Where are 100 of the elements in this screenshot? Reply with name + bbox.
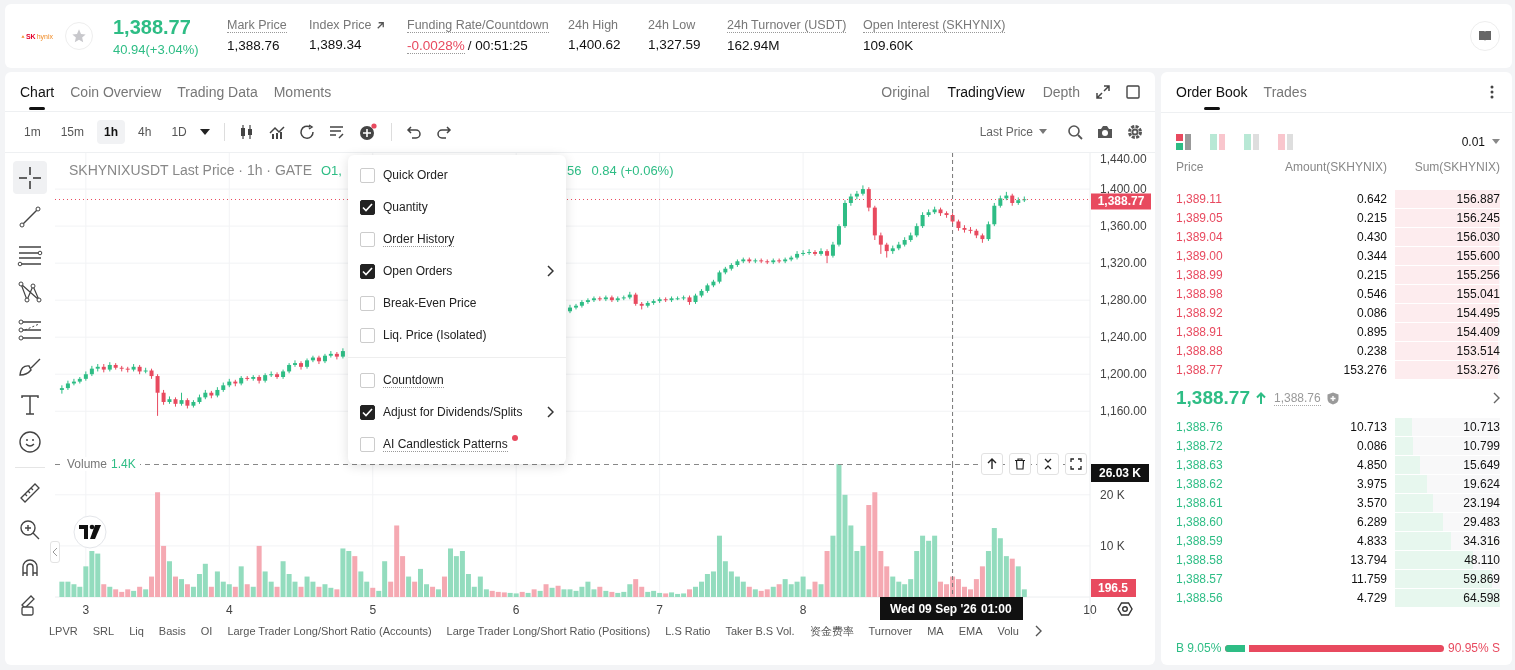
menu-label: Adjust for Dividends/Splits xyxy=(383,405,523,419)
ohlc-change: 0.84 (+0.06%) xyxy=(591,163,674,178)
stat-value: 162.94M xyxy=(727,38,780,53)
bid-amount: 3.975 xyxy=(1355,476,1387,491)
bid-sum: 29.483 xyxy=(1463,514,1500,529)
menu-label: AI Candlestick Patterns xyxy=(383,436,508,452)
ask-sum: 153.514 xyxy=(1456,343,1500,358)
menu-label: Quantity xyxy=(383,200,428,214)
stat-label: 24h High xyxy=(568,18,619,32)
bid-price: 1,388.60 xyxy=(1176,514,1224,529)
price-tick: 1,320.00 xyxy=(1100,256,1147,271)
time-tick: 8 xyxy=(799,603,807,617)
funding-countdown: / 00:51:25 xyxy=(467,38,528,54)
menu-label: Break-Even Price xyxy=(383,296,477,310)
time-tick: 6 xyxy=(512,603,520,617)
ask-price: 1,388.98 xyxy=(1176,286,1224,301)
ask-price: 1,388.88 xyxy=(1176,343,1224,358)
price-badge: 1,388.77 xyxy=(1091,193,1151,210)
bid-amount: 4.850 xyxy=(1355,457,1387,472)
bid-price: 1,388.58 xyxy=(1176,552,1224,567)
bid-amount: 4.833 xyxy=(1355,533,1387,548)
bid-sum: 23.194 xyxy=(1463,495,1500,510)
crosshair-time-label: Wed 09 Sep '26 01:00 xyxy=(880,597,1023,620)
volume-tick: 10 K xyxy=(1100,538,1125,553)
bid-price: 1,388.62 xyxy=(1176,476,1224,491)
stat-value: 1,400.62 xyxy=(568,37,621,52)
bid-sum: 64.598 xyxy=(1463,590,1500,605)
menu-label: Countdown xyxy=(383,372,444,388)
bid-amount: 6.289 xyxy=(1355,514,1387,529)
bid-price: 1,388.57 xyxy=(1176,571,1224,586)
chart-title: SKHYNIXUSDT Last Price · 1h · GATE xyxy=(69,162,312,178)
stat-label: 24h Low xyxy=(648,18,696,32)
bid-price: 1,388.76 xyxy=(1176,419,1224,434)
bid-price: 1,388.61 xyxy=(1176,495,1224,510)
price-tick: 1,200.00 xyxy=(1100,367,1147,382)
bid-sum: 59.869 xyxy=(1463,571,1500,586)
stat-value: 109.60K xyxy=(863,38,914,53)
stat-value: 1,389.34 xyxy=(309,37,362,52)
stat-label: Mark Price xyxy=(227,18,287,33)
sell-ratio: 90.95% S xyxy=(1447,641,1500,655)
column-header: Sum(SKHYNIX) xyxy=(1413,160,1500,174)
bid-sum: 15.649 xyxy=(1463,457,1500,472)
volume-tick: 20 K xyxy=(1100,487,1125,502)
ask-sum: 155.041 xyxy=(1456,286,1500,301)
bid-sum: 19.624 xyxy=(1463,476,1500,491)
menu-label: Order History xyxy=(383,231,455,247)
bid-price: 1,388.56 xyxy=(1176,590,1224,605)
menu-label: Liq. Price (Isolated) xyxy=(383,328,487,342)
menu-label: Open Orders xyxy=(383,264,453,278)
ask-sum: 153.276 xyxy=(1456,362,1500,377)
ask-price: 1,389.04 xyxy=(1176,229,1224,244)
time-tick: 4 xyxy=(225,603,233,617)
ask-sum: 154.409 xyxy=(1456,324,1500,339)
ask-amount: 0.430 xyxy=(1355,229,1387,244)
ask-sum: 156.030 xyxy=(1456,229,1500,244)
ask-amount: 0.086 xyxy=(1355,305,1387,320)
time-tick: 10 xyxy=(1083,603,1097,617)
funding-rate: -0.0028% xyxy=(407,38,465,54)
stat-label: Index Price xyxy=(309,18,372,32)
ask-price: 1,388.77 xyxy=(1176,362,1224,377)
ask-amount: 153.276 xyxy=(1342,362,1387,377)
ohlc-value: O1, xyxy=(321,163,342,178)
ask-sum: 154.495 xyxy=(1456,305,1500,320)
column-header: Price xyxy=(1176,160,1205,174)
time-tick: 3 xyxy=(82,603,90,617)
time-tick: 5 xyxy=(369,603,377,617)
bid-amount: 11.759 xyxy=(1350,571,1387,586)
ask-amount: 0.238 xyxy=(1355,343,1387,358)
bid-amount: 13.794 xyxy=(1349,552,1387,567)
menu-label: Quick Order xyxy=(383,168,448,182)
bid-amount: 10.713 xyxy=(1349,419,1387,434)
book-last-price: 1,388.77 xyxy=(1176,387,1250,409)
volume-value: 1.4K xyxy=(111,457,136,471)
last-price: 1,388.77 xyxy=(113,15,192,39)
ask-amount: 0.642 xyxy=(1355,191,1387,206)
volume-badge: 196.5 xyxy=(1091,579,1136,597)
ask-price: 1,389.00 xyxy=(1176,248,1224,263)
bid-price: 1,388.59 xyxy=(1176,533,1224,548)
ask-amount: 0.215 xyxy=(1355,267,1387,282)
bid-amount: 0.086 xyxy=(1355,438,1387,453)
bid-amount: 3.570 xyxy=(1355,495,1387,510)
ask-sum: 155.600 xyxy=(1456,248,1500,263)
ask-amount: 0.546 xyxy=(1355,286,1387,301)
ask-amount: 0.895 xyxy=(1355,324,1387,339)
stat-value: 1,327.59 xyxy=(648,37,701,52)
price-tick: 1,280.00 xyxy=(1100,293,1147,308)
ask-sum: 155.256 xyxy=(1456,267,1500,282)
bid-price: 1,388.72 xyxy=(1176,438,1224,453)
price-tick: 1,240.00 xyxy=(1100,330,1147,345)
volume-label: Volume xyxy=(67,457,108,471)
stat-label: Funding Rate/Countdown xyxy=(407,18,549,33)
volume-badge: 26.03 K xyxy=(1091,464,1149,482)
stat-label: 24h Turnover (USDT) xyxy=(727,18,847,33)
price-change: 40.94(+3.04%) xyxy=(113,41,200,57)
price-tick: 1,360.00 xyxy=(1100,219,1147,234)
bid-price: 1,388.63 xyxy=(1176,457,1224,472)
bid-sum: 48.110 xyxy=(1464,552,1500,567)
bid-sum: 10.713 xyxy=(1463,419,1500,434)
column-header: Amount(SKHYNIX) xyxy=(1283,160,1387,174)
mark-price: 1,388.76 xyxy=(1273,390,1321,406)
